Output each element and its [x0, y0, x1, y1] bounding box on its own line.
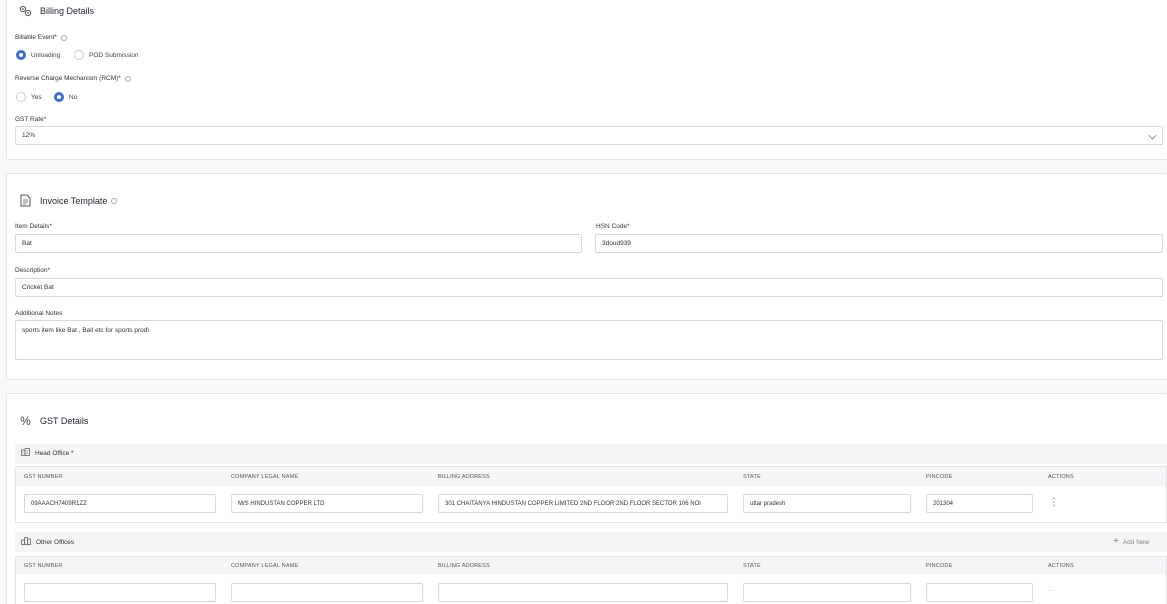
head-billing-address-input[interactable]: 301 CHAITANYA HINDUSTAN COPPER LIMITED 2…	[438, 494, 728, 513]
gst-details-card: % GST Details Head Office * GST NUMBER C…	[6, 393, 1167, 604]
info-icon	[60, 34, 67, 41]
invoice-template-header: Invoice Template	[19, 194, 118, 207]
rcm-yes[interactable]: Yes	[16, 92, 42, 102]
col-billing-address: BILLING ADDRESS	[438, 563, 490, 569]
description-input[interactable]: Cricket Bat	[15, 278, 1163, 297]
offices-icon	[21, 537, 31, 547]
gst-details-title: GST Details	[40, 415, 89, 426]
head-gst-number-value: 09AAACH7409R1ZZ	[31, 500, 87, 507]
other-pincode-input[interactable]	[926, 583, 1033, 602]
percent-icon: %	[20, 413, 31, 428]
hsn-code-label: HSN Code*	[596, 223, 630, 230]
radio-label-yes: Yes	[31, 93, 42, 101]
more-vertical-icon[interactable]: ⋮	[1049, 498, 1059, 508]
additional-notes-textarea[interactable]: sports item like Bat , Ball etc for spor…	[15, 320, 1163, 360]
col-actions: ACTIONS	[1048, 474, 1074, 480]
head-gst-number-input[interactable]: 09AAACH7409R1ZZ	[24, 494, 216, 513]
billable-event-pod-submission[interactable]: POD Submission	[74, 50, 139, 60]
other-billing-address-input[interactable]	[438, 583, 728, 602]
billable-event-label-text: Billable Event*	[15, 34, 57, 41]
billing-details-title: Billing Details	[40, 5, 95, 16]
head-pincode-input[interactable]: 201304	[926, 494, 1033, 513]
item-details-value: Bat	[22, 240, 32, 247]
col-state: STATE	[743, 474, 761, 480]
document-icon	[19, 194, 32, 207]
description-label-text: Description*	[15, 267, 51, 274]
col-pincode: PINCODE	[926, 563, 953, 569]
billing-details-header: Billing Details	[19, 4, 94, 17]
description-value: Cricket Bat	[22, 284, 54, 291]
other-offices-title: Other Offices	[36, 538, 75, 546]
radio-unselected-icon[interactable]	[16, 92, 26, 102]
gst-rate-label: GST Rate*	[15, 116, 46, 123]
head-office-header: Head Office *	[21, 448, 74, 458]
chevron-down-icon	[1148, 131, 1157, 140]
other-gst-number-input[interactable]	[24, 583, 216, 602]
gst-rate-label-text: GST Rate*	[15, 116, 47, 123]
head-state-value: uttar pradesh	[750, 500, 786, 507]
billing-settings-icon	[19, 4, 32, 17]
other-company-name-input[interactable]	[231, 583, 423, 602]
additional-notes-label: Additional Notes	[15, 310, 62, 317]
other-state-input[interactable]	[743, 583, 911, 602]
other-offices-table-header	[16, 557, 1166, 574]
building-icon	[21, 448, 30, 458]
info-icon	[111, 197, 118, 204]
col-billing-address: BILLING ADDRESS	[438, 474, 490, 480]
other-offices-band	[15, 532, 1167, 552]
gst-details-header: % GST Details	[19, 413, 89, 428]
rcm-label-text: Reverse Charge Mechanism (RCM)*	[15, 75, 121, 82]
info-icon	[124, 75, 131, 82]
head-company-name-input[interactable]: M/S HINDUSTAN COPPER LTD	[231, 494, 423, 513]
radio-selected-icon[interactable]	[16, 50, 26, 60]
head-office-table-header	[16, 467, 1166, 486]
item-details-label-text: Item Details*	[15, 223, 52, 230]
add-new-label: Add New	[1122, 538, 1150, 546]
gst-rate-value: 12%	[22, 132, 36, 139]
col-pincode: PINCODE	[926, 474, 953, 480]
invoice-template-card: Invoice Template Item Details* Bat HSN C…	[6, 173, 1167, 380]
head-billing-address-value: 301 CHAITANYA HINDUSTAN COPPER LIMITED 2…	[445, 500, 701, 507]
col-gst-number: GST NUMBER	[24, 563, 63, 569]
col-gst-number: GST NUMBER	[24, 474, 63, 480]
rcm-label: Reverse Charge Mechanism (RCM)*	[15, 75, 131, 82]
plus-icon: +	[1113, 536, 1119, 547]
billable-event-label: Billable Event*	[15, 34, 67, 41]
col-company-legal-name: COMPANY LEGAL NAME	[231, 474, 299, 480]
head-pincode-value: 201304	[933, 500, 954, 507]
billing-details-card: Billing Details Billable Event* Unloadin…	[6, 0, 1167, 160]
radio-selected-icon[interactable]	[54, 92, 64, 102]
item-details-label: Item Details*	[15, 223, 52, 230]
col-company-legal-name: COMPANY LEGAL NAME	[231, 563, 299, 569]
head-office-band	[15, 444, 1167, 464]
additional-notes-label-text: Additional Notes	[15, 310, 63, 317]
gst-rate-select[interactable]: 12%	[15, 126, 1163, 145]
head-company-name-value: M/S HINDUSTAN COPPER LTD	[238, 500, 325, 507]
hsn-code-label-text: HSN Code*	[596, 223, 630, 230]
col-state: STATE	[743, 563, 761, 569]
description-label: Description*	[15, 267, 50, 274]
other-actions-placeholder: ...	[1048, 587, 1054, 593]
billable-event-unloading[interactable]: Unloading	[16, 50, 60, 60]
radio-label-no: No	[69, 93, 78, 101]
col-actions: ACTIONS	[1048, 563, 1074, 569]
radio-label-pod-submission: POD Submission	[89, 51, 139, 59]
radio-label-unloading: Unloading	[31, 51, 61, 59]
invoice-template-title: Invoice Template	[40, 195, 108, 206]
radio-unselected-icon[interactable]	[74, 50, 84, 60]
hsn-code-input[interactable]: 3doud939	[595, 234, 1163, 253]
head-office-title: Head Office *	[35, 449, 74, 457]
add-new-button[interactable]: + Add New	[1113, 537, 1149, 547]
additional-notes-value: sports item like Bat , Ball etc for spor…	[22, 327, 150, 334]
rcm-no[interactable]: No	[54, 92, 77, 102]
head-state-input[interactable]: uttar pradesh	[743, 494, 911, 513]
item-details-input[interactable]: Bat	[15, 234, 582, 253]
hsn-code-value: 3doud939	[602, 240, 631, 247]
other-offices-header: Other Offices	[21, 537, 74, 547]
